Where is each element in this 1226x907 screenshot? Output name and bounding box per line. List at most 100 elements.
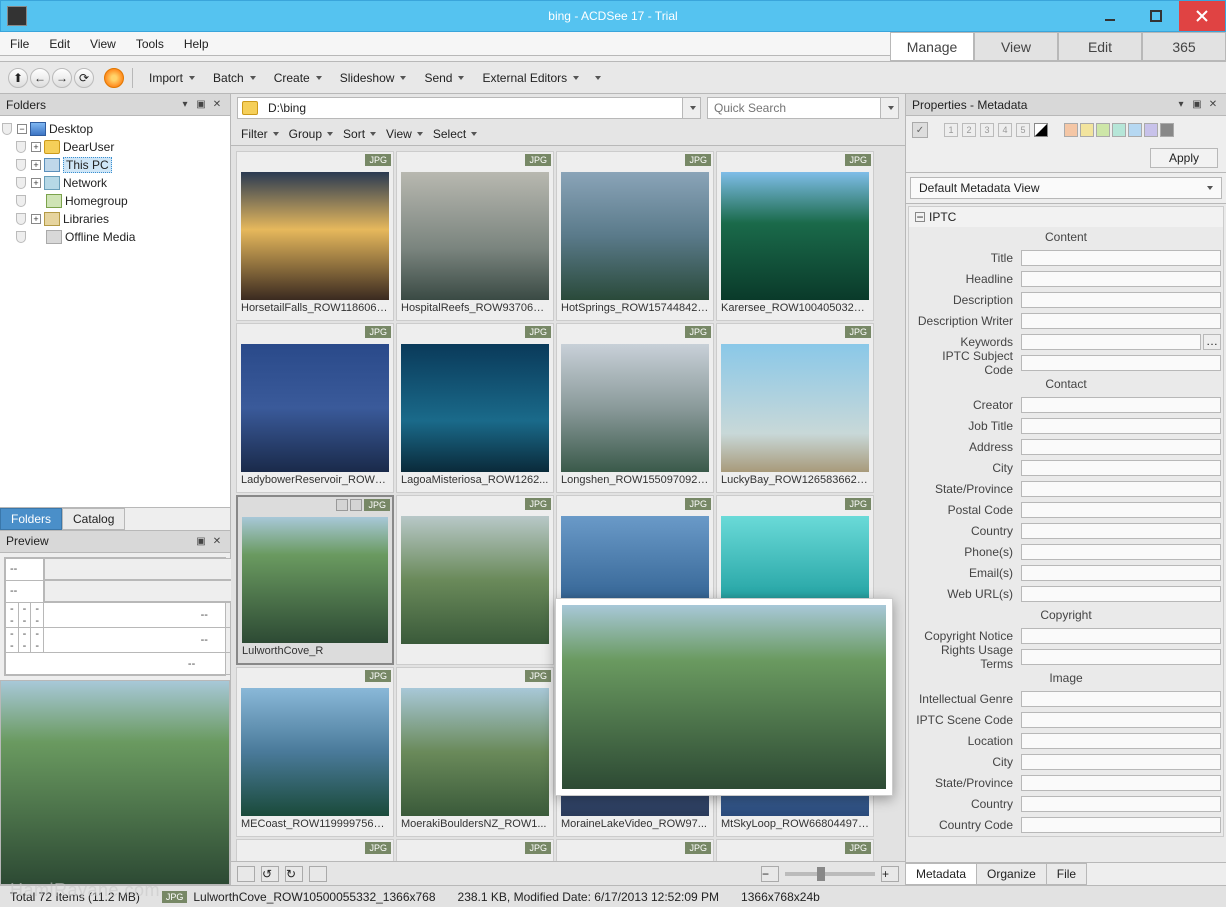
thumbnail-grid[interactable]: JPGHorsetailFalls_ROW1186060...JPGHospit… xyxy=(231,146,905,861)
footer-btn-4[interactable] xyxy=(309,866,327,882)
zoom-slider[interactable] xyxy=(785,872,875,876)
rotate-right-icon[interactable]: ↻ xyxy=(285,866,303,882)
field-ccode[interactable] xyxy=(1021,817,1221,833)
field-keywords[interactable] xyxy=(1021,334,1201,350)
lefttab-catalog[interactable]: Catalog xyxy=(62,508,125,530)
toolbar-batch[interactable]: Batch xyxy=(205,71,264,85)
group-menu[interactable]: Group xyxy=(289,127,333,141)
menu-tools[interactable]: Tools xyxy=(126,34,174,54)
field-creator[interactable] xyxy=(1021,397,1221,413)
thumbnail-cell[interactable]: JPG xyxy=(236,839,394,861)
pin-icon[interactable]: ▣ xyxy=(194,534,208,548)
field-location[interactable] xyxy=(1021,733,1221,749)
maximize-button[interactable] xyxy=(1133,1,1179,31)
thumbnail-cell[interactable]: JPGLuckyBay_ROW1265836625... xyxy=(716,323,874,493)
quick-search[interactable] xyxy=(707,97,899,119)
search-dropdown-icon[interactable] xyxy=(880,98,898,118)
clear-rating-icon[interactable] xyxy=(1034,123,1048,137)
thumbnail-cell[interactable]: JPGKarersee_ROW10040503239... xyxy=(716,151,874,321)
righttab-file[interactable]: File xyxy=(1046,863,1087,885)
toolbar-send[interactable]: Send xyxy=(416,71,472,85)
tab-edit[interactable]: Edit xyxy=(1058,32,1142,61)
field-state[interactable] xyxy=(1021,481,1221,497)
thumbnail-cell[interactable]: JPGHorsetailFalls_ROW1186060... xyxy=(236,151,394,321)
field-jobtitle[interactable] xyxy=(1021,418,1221,434)
thumbnail-cell[interactable]: JPGLongshen_ROW1550970927... xyxy=(556,323,714,493)
field-weburls[interactable] xyxy=(1021,586,1221,602)
color-swatch[interactable] xyxy=(1112,123,1126,137)
panel-close-icon[interactable]: ✕ xyxy=(210,98,224,112)
field-subject[interactable] xyxy=(1021,355,1221,371)
color-swatch[interactable] xyxy=(1096,123,1110,137)
field-copynotice[interactable] xyxy=(1021,628,1221,644)
rating-4[interactable]: 4 xyxy=(998,123,1012,137)
thumbnail-cell[interactable]: JPGLagoaMisteriosa_ROW1262... xyxy=(396,323,554,493)
toolbar-slideshow[interactable]: Slideshow xyxy=(332,71,415,85)
toolbar-create[interactable]: Create xyxy=(266,71,330,85)
righttab-metadata[interactable]: Metadata xyxy=(905,863,977,885)
field-address[interactable] xyxy=(1021,439,1221,455)
thumbnail-cell[interactable]: JPGLadybowerReservoir_ROW1... xyxy=(236,323,394,493)
fire-icon[interactable] xyxy=(104,68,124,88)
address-input[interactable] xyxy=(262,101,682,115)
rotate-left-icon[interactable]: ↺ xyxy=(261,866,279,882)
zoom-out-button[interactable]: − xyxy=(761,866,779,882)
color-swatch[interactable] xyxy=(1144,123,1158,137)
keywords-picker-button[interactable]: … xyxy=(1203,334,1221,350)
rating-1[interactable]: 1 xyxy=(944,123,958,137)
menu-file[interactable]: File xyxy=(0,34,39,54)
zoom-in-button[interactable]: + xyxy=(881,866,899,882)
iptc-group-header[interactable]: −IPTC xyxy=(909,207,1223,227)
view-menu[interactable]: View xyxy=(386,127,423,141)
metadata-view-select[interactable]: Default Metadata View xyxy=(910,177,1222,199)
thumbnail-cell[interactable]: JPGLulworthCove_R xyxy=(236,495,394,665)
panel-menu-icon[interactable]: ▾ xyxy=(178,98,192,112)
field-emails[interactable] xyxy=(1021,565,1221,581)
address-bar[interactable] xyxy=(237,97,701,119)
close-button[interactable] xyxy=(1179,1,1225,31)
thumbnail-cell[interactable]: JPGHospitalReefs_ROW9370604... xyxy=(396,151,554,321)
sort-menu[interactable]: Sort xyxy=(343,127,376,141)
tab-manage[interactable]: Manage xyxy=(890,32,974,61)
titlebar[interactable]: bing - ACDSee 17 - Trial xyxy=(0,0,1226,32)
thumbnail-cell[interactable]: JPGMoerakiBouldersNZ_ROW1... xyxy=(396,667,554,837)
rating-3[interactable]: 3 xyxy=(980,123,994,137)
toolbar-overflow-icon[interactable] xyxy=(595,76,601,80)
toolbar-import[interactable]: Import xyxy=(141,71,203,85)
nav-history-icon[interactable]: ⟳ xyxy=(74,68,94,88)
pin-icon[interactable]: ▣ xyxy=(1190,98,1204,112)
field-country2[interactable] xyxy=(1021,796,1221,812)
panel-close-icon[interactable]: ✕ xyxy=(210,534,224,548)
color-swatch[interactable] xyxy=(1128,123,1142,137)
panel-close-icon[interactable]: ✕ xyxy=(1206,98,1220,112)
field-country[interactable] xyxy=(1021,523,1221,539)
menu-view[interactable]: View xyxy=(80,34,126,54)
menu-help[interactable]: Help xyxy=(174,34,219,54)
field-descwriter[interactable] xyxy=(1021,313,1221,329)
thumbnail-cell[interactable]: JPG xyxy=(396,495,554,665)
thumbnail-cell[interactable]: JPG xyxy=(716,839,874,861)
field-state2[interactable] xyxy=(1021,775,1221,791)
field-scene[interactable] xyxy=(1021,712,1221,728)
color-swatch[interactable] xyxy=(1064,123,1078,137)
address-dropdown-icon[interactable] xyxy=(682,98,700,118)
folder-tree[interactable]: −Desktop +DearUser +This PC +Network Hom… xyxy=(0,116,230,507)
color-swatch[interactable] xyxy=(1160,123,1174,137)
field-rights[interactable] xyxy=(1021,649,1221,665)
tab-365[interactable]: 365 xyxy=(1142,32,1226,61)
field-postal[interactable] xyxy=(1021,502,1221,518)
lefttab-folders[interactable]: Folders xyxy=(0,508,62,530)
field-phones[interactable] xyxy=(1021,544,1221,560)
apply-button[interactable]: Apply xyxy=(1150,148,1218,168)
field-description[interactable] xyxy=(1021,292,1221,308)
filter-menu[interactable]: Filter xyxy=(241,127,279,141)
search-input[interactable] xyxy=(708,101,880,115)
tab-view[interactable]: View xyxy=(974,32,1058,61)
rating-5[interactable]: 5 xyxy=(1016,123,1030,137)
field-headline[interactable] xyxy=(1021,271,1221,287)
tag-checkbox[interactable]: ✓ xyxy=(912,122,928,138)
menu-edit[interactable]: Edit xyxy=(39,34,80,54)
minimize-button[interactable] xyxy=(1087,1,1133,31)
rating-2[interactable]: 2 xyxy=(962,123,976,137)
thumbnail-cell[interactable]: JPGHotSprings_ROW157448425... xyxy=(556,151,714,321)
